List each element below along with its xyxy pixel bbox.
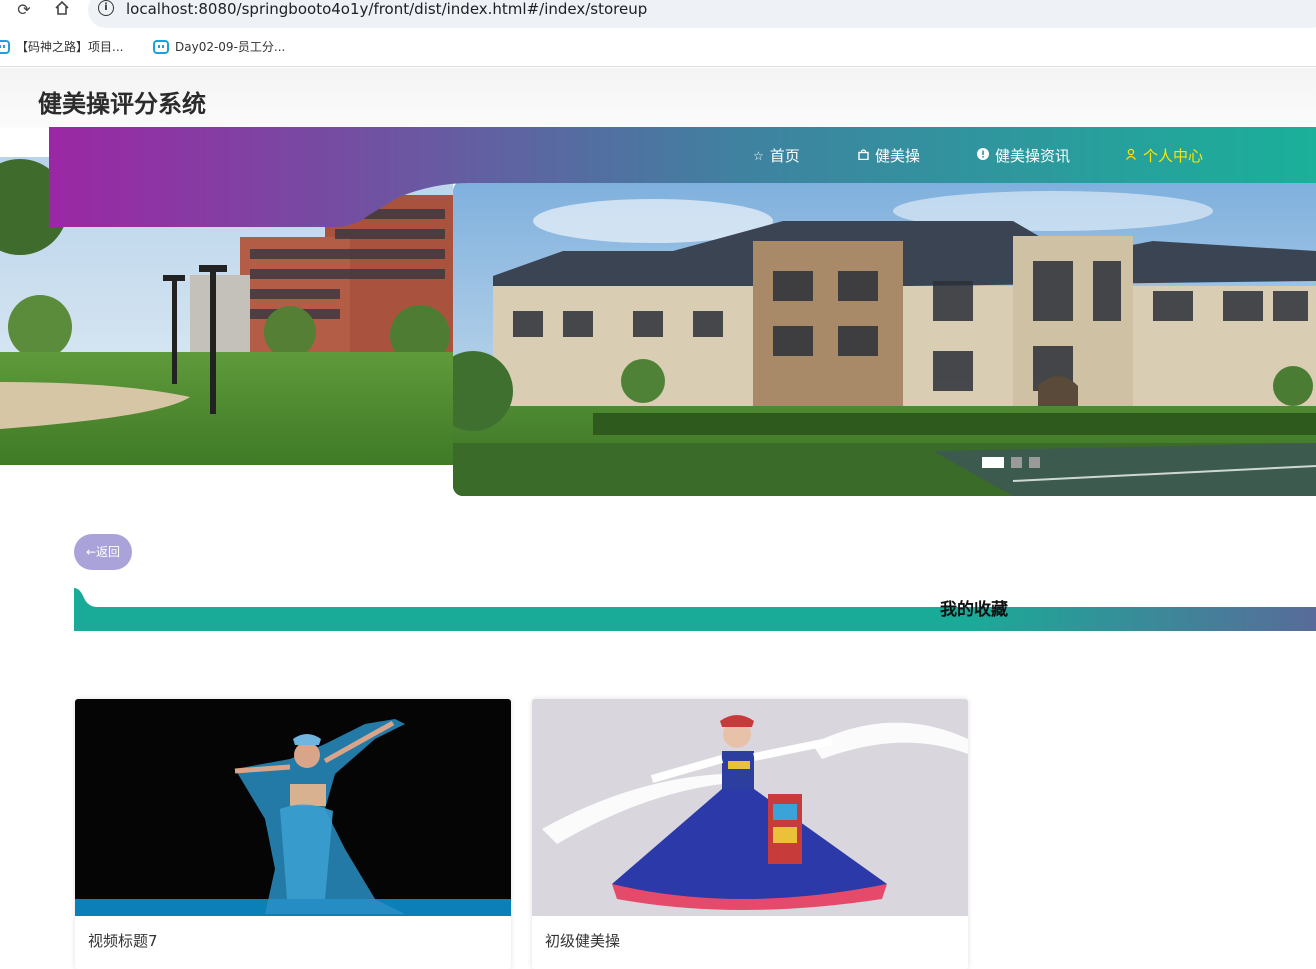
site-title: 健美操评分系统 — [38, 90, 206, 118]
bilibili-icon — [153, 39, 169, 54]
favorite-card[interactable]: 视频标题7 — [75, 699, 511, 969]
bag-icon — [858, 148, 869, 163]
card-image — [532, 699, 968, 916]
bookmark-label: 【码神之路】项目... — [16, 40, 124, 54]
carousel-dot[interactable] — [1011, 457, 1022, 468]
page-header: 健美操评分系统 — [0, 68, 1316, 128]
bookmark-item[interactable]: Day02-09-员工分... — [153, 38, 285, 55]
favorite-card[interactable]: 初级健美操 — [532, 699, 968, 969]
nav-personal-center[interactable]: 个人中心 — [1125, 145, 1203, 166]
bookmark-label: Day02-09-员工分... — [175, 40, 286, 54]
user-icon — [1125, 148, 1137, 163]
url-text[interactable]: localhost:8080/springbooto4o1y/front/dis… — [126, 0, 647, 18]
carousel-dot[interactable] — [1029, 457, 1040, 468]
nav-aerobics-label: 健美操 — [875, 147, 921, 165]
nav-news-label: 健美操资讯 — [995, 147, 1071, 165]
bookmarks-bar: 【码神之路】项目... Day02-09-员工分... — [0, 30, 1316, 67]
banner-carousel[interactable] — [453, 181, 1316, 496]
info-circle-icon — [977, 148, 989, 163]
card-title: 初级健美操 — [545, 932, 621, 950]
star-icon: ☆ — [753, 148, 764, 163]
browser-toolbar: ⟳ i localhost:8080/springbooto4o1y/front… — [0, 0, 1316, 30]
section-title: 我的收藏 — [940, 600, 1008, 620]
reload-icon[interactable]: ⟳ — [12, 0, 36, 22]
nav-news[interactable]: 健美操资讯 — [977, 145, 1070, 166]
nav-strip — [49, 127, 1316, 227]
bookmark-item[interactable]: 【码神之路】项目... — [0, 38, 123, 55]
carousel-indicators — [982, 457, 1040, 468]
nav-aerobics[interactable]: 健美操 — [858, 145, 920, 166]
nav-personal-center-label: 个人中心 — [1143, 147, 1204, 165]
section-header-bar — [74, 588, 1316, 631]
nav-home-label: 首页 — [769, 147, 800, 165]
home-icon[interactable] — [50, 0, 74, 22]
carousel-dot[interactable] — [982, 457, 1004, 468]
card-title: 视频标题7 — [88, 932, 158, 950]
nav-home[interactable]: ☆ 首页 — [753, 145, 800, 166]
bilibili-icon — [0, 39, 10, 54]
site-info-icon[interactable]: i — [98, 0, 114, 16]
back-button[interactable]: ←返回 — [74, 534, 132, 570]
card-image — [75, 699, 511, 916]
